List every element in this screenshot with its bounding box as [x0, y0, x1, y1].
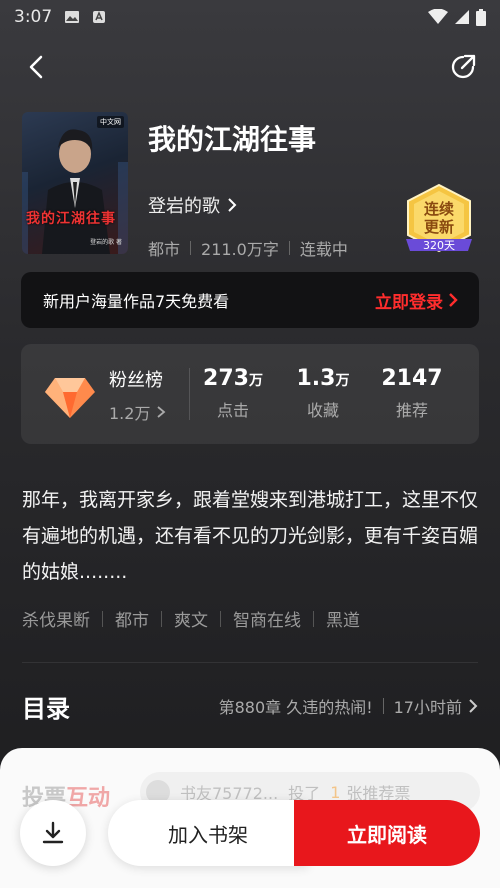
stat-clicks-label: 点击 [216, 401, 249, 420]
table-of-contents-row[interactable]: 目录 第880章 久违的热闹! 17小时前 [22, 686, 478, 726]
divider [161, 610, 162, 627]
update-badge-line1: 连续 [424, 200, 454, 218]
tag-list: 杀伐果断 都市 爽文 智商在线 黑道 [22, 606, 360, 631]
stats-card: 粉丝榜 1.2万 273万 点击 1.3万 收藏 2147 推荐 [21, 344, 479, 444]
status-time: 3:07 [14, 7, 53, 27]
share-icon [451, 54, 476, 79]
divider [220, 610, 221, 627]
back-button[interactable] [22, 52, 52, 82]
toc-update-time-row: 17小时前 [394, 694, 478, 718]
divider [288, 241, 290, 255]
stat-favorites-label: 收藏 [306, 401, 339, 420]
book-meta: 都市 211.0万字 连载中 [148, 236, 348, 260]
update-badge-days: 320天 [423, 239, 455, 252]
chevron-right-icon [449, 293, 458, 307]
cover-illustration [22, 129, 128, 254]
status-bar: 3:07 [0, 0, 500, 34]
toc-update-time: 17小时前 [393, 698, 462, 717]
stat-recommends-label: 推荐 [395, 401, 428, 420]
divider [313, 610, 314, 627]
wifi-icon [428, 9, 448, 24]
toc-title: 目录 [22, 693, 70, 723]
download-icon [42, 821, 64, 844]
divider [22, 662, 478, 663]
chevron-right-icon [469, 699, 478, 713]
chevron-left-icon [29, 55, 43, 79]
stat-favorites: 1.3万 收藏 [283, 366, 363, 421]
tag-item[interactable]: 杀伐果断 [22, 606, 90, 631]
tag-item[interactable]: 智商在线 [233, 606, 301, 631]
download-button[interactable] [20, 800, 86, 866]
bottom-action-bar: 加入书架 立即阅读 [20, 800, 480, 866]
login-now-label: 立即登录 [375, 292, 443, 313]
divider [189, 368, 190, 420]
stat-clicks-unit: 万 [248, 373, 263, 389]
cover-author: 登岩的歌 著 [90, 239, 122, 246]
app-notification-icon [93, 11, 106, 23]
tag-item[interactable]: 都市 [115, 606, 149, 631]
latest-chapter: 第880章 久违的热闹! [218, 698, 373, 717]
book-category: 都市 [148, 240, 181, 259]
login-now-button[interactable]: 立即登录 [375, 288, 459, 313]
update-badge-graphic: 连续 更新 320天 [406, 183, 472, 253]
continuous-update-badge: 连续 更新 320天 [404, 183, 474, 259]
add-to-shelf-button[interactable]: 加入书架 [108, 800, 308, 866]
share-button[interactable] [448, 52, 480, 84]
fan-rank-label: 粉丝榜 [109, 370, 163, 391]
stat-clicks: 273万 点击 [193, 366, 273, 421]
diamond-icon [45, 378, 95, 418]
fan-count: 1.2万 [109, 404, 151, 423]
ticker-count: 1 [330, 782, 341, 802]
stat-clicks-value: 273 [203, 366, 249, 391]
divider [102, 610, 103, 627]
stat-recommends: 2147 推荐 [372, 366, 452, 421]
author-name: 登岩的歌 [148, 196, 220, 217]
update-badge-line2: 更新 [424, 218, 454, 236]
tag-item[interactable]: 黑道 [326, 606, 360, 631]
book-status: 连载中 [299, 240, 348, 259]
read-now-button[interactable]: 立即阅读 [294, 800, 480, 866]
stat-favorites-value: 1.3 [296, 366, 336, 391]
divider [190, 241, 192, 255]
book-cover[interactable]: 中文网 我的江湖往事 登岩的歌 著 [22, 112, 128, 254]
chevron-right-icon [228, 198, 237, 212]
fan-rank-count-row: 1.2万 [109, 400, 166, 424]
stat-favorites-unit: 万 [335, 373, 350, 389]
cover-badge: 中文网 [97, 116, 124, 128]
battery-icon [476, 8, 486, 26]
book-synopsis[interactable]: 那年，我离开家乡，跟着堂嫂来到港城打工，这里不仅有遍地的机遇，还有看不见的刀光剑… [22, 482, 482, 590]
book-title: 我的江湖往事 [148, 123, 317, 156]
stat-recommends-value: 2147 [381, 366, 443, 391]
author-link[interactable]: 登岩的歌 [148, 192, 238, 218]
top-nav-bar [0, 48, 500, 88]
tag-item[interactable]: 爽文 [174, 606, 208, 631]
gallery-icon [65, 11, 80, 23]
signal-icon [455, 10, 469, 24]
login-promo-banner[interactable]: 新用户海量作品7天免费看 立即登录 [21, 272, 479, 328]
book-word-count: 211.0万字 [201, 240, 279, 259]
chevron-right-icon [157, 406, 166, 418]
login-promo-text: 新用户海量作品7天免费看 [43, 292, 230, 311]
cover-title-art: 我的江湖往事 [26, 211, 116, 227]
divider [382, 698, 384, 714]
